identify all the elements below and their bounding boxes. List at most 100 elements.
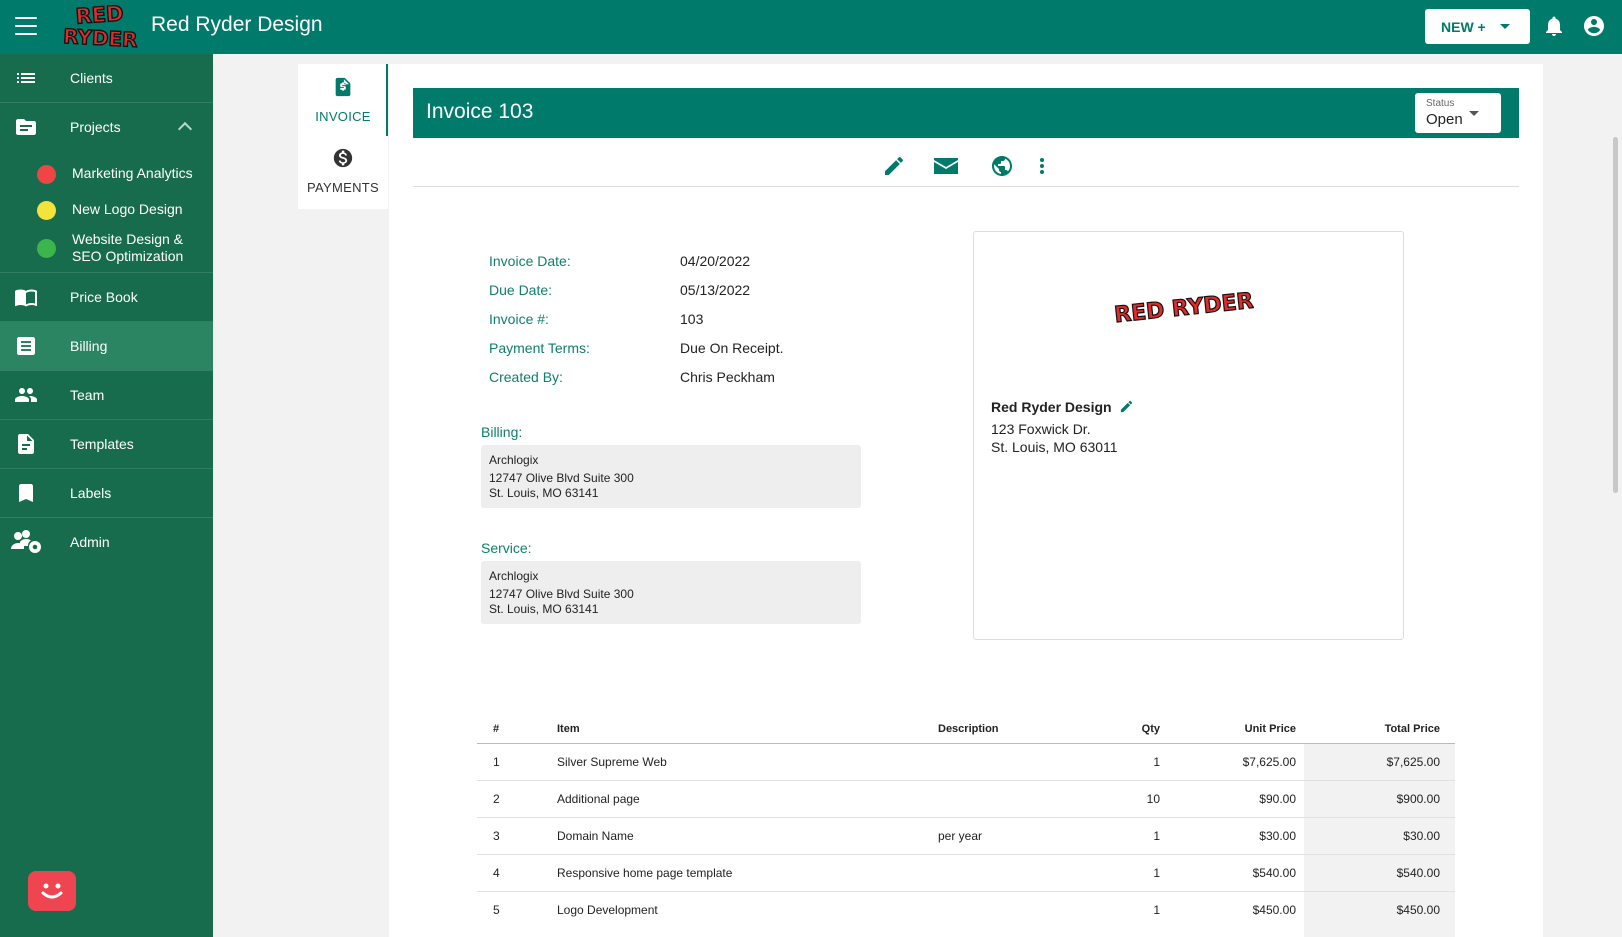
created-by-value: Chris Peckham — [680, 369, 775, 385]
sidebar-item-label: Clients — [70, 70, 113, 86]
book-icon — [14, 285, 38, 309]
status-dot — [37, 165, 56, 184]
dollar-circle-icon — [332, 147, 354, 174]
billing-city: St. Louis, MO 63141 — [489, 486, 599, 500]
cell-unit-price: $450.00 — [1252, 903, 1296, 917]
col-header-unit-price: Unit Price — [1244, 723, 1296, 735]
status-dot — [37, 201, 56, 220]
chevron-up-icon[interactable] — [177, 121, 193, 137]
invoice-date-value: 04/20/2022 — [680, 253, 751, 269]
cell-unit-price: $7,625.00 — [1242, 755, 1296, 769]
cell-total-price: $450.00 — [1396, 903, 1440, 917]
sidebar-item-team[interactable]: Team — [0, 371, 213, 419]
email-icon[interactable] — [933, 154, 959, 178]
invoice-doc-icon — [332, 76, 354, 103]
billing-street: 12747 Olive Blvd Suite 300 — [489, 471, 634, 485]
created-by-label: Created By: — [489, 369, 563, 385]
new-button[interactable]: NEW + — [1425, 9, 1530, 44]
cell-unit-price: $30.00 — [1259, 829, 1296, 843]
sidebar-item-admin[interactable]: Admin — [0, 518, 213, 566]
account-icon[interactable] — [1582, 14, 1606, 38]
invoice-title: Invoice 103 — [426, 100, 534, 123]
tab-label: INVOICE — [315, 109, 371, 124]
sidebar-item-label: Templates — [70, 436, 134, 452]
chat-widget-button[interactable] — [28, 871, 76, 911]
invoice-number-value: 103 — [680, 311, 704, 327]
sidebar-item-projects[interactable]: Projects — [0, 103, 213, 151]
service-address: Archlogix 12747 Olive Blvd Suite 300 St.… — [481, 561, 861, 624]
sidebar-item-clients[interactable]: Clients — [0, 54, 213, 102]
cell-total-price: $540.00 — [1396, 866, 1440, 880]
due-date-value: 05/13/2022 — [680, 282, 751, 298]
project-item-website-design[interactable]: Website Design & SEO Optimization — [0, 228, 213, 268]
billing-label: Billing: — [481, 424, 523, 440]
sidebar-item-templates[interactable]: Templates — [0, 420, 213, 468]
project-label: Marketing Analytics — [72, 165, 193, 181]
sidebar: Clients Projects Marketing Analytics New… — [0, 54, 213, 937]
billing-address: Archlogix 12747 Olive Blvd Suite 300 St.… — [481, 445, 861, 508]
cell-item: Silver Supreme Web — [557, 755, 667, 769]
cell-item: Additional page — [557, 792, 640, 806]
chevron-down-icon — [1469, 111, 1479, 116]
service-street: 12747 Olive Blvd Suite 300 — [489, 587, 634, 601]
more-vert-icon[interactable] — [1034, 154, 1050, 178]
folder-icon — [14, 115, 38, 139]
invoice-date-label: Invoice Date: — [489, 253, 571, 269]
cell-num: 4 — [493, 866, 500, 880]
sidebar-item-label: Admin — [70, 534, 110, 550]
tab-invoice[interactable]: INVOICE — [298, 76, 388, 124]
chevron-down-icon — [1500, 24, 1510, 29]
sidebar-item-label: Billing — [70, 338, 108, 354]
service-name: Archlogix — [489, 569, 539, 583]
table-header-divider — [477, 743, 1455, 744]
app-title: Red Ryder Design — [151, 13, 323, 36]
project-item-new-logo-design[interactable]: New Logo Design — [0, 193, 213, 227]
company-city: St. Louis, MO 63011 — [991, 439, 1118, 455]
sidebar-item-label: Team — [70, 387, 105, 403]
company-card: RED RYDER Red Ryder Design 123 Foxwick D… — [973, 231, 1404, 640]
svg-text:RED RYDER: RED RYDER — [1114, 289, 1254, 328]
cell-num: 1 — [493, 755, 500, 769]
tab-payments[interactable]: PAYMENTS — [298, 147, 388, 195]
service-city: St. Louis, MO 63141 — [489, 602, 599, 616]
cell-description: per year — [938, 829, 983, 843]
cell-unit-price: $90.00 — [1259, 792, 1296, 806]
cell-item: Logo Development — [557, 903, 658, 917]
bell-icon[interactable] — [1542, 14, 1566, 38]
row-divider — [477, 780, 1455, 781]
row-divider — [477, 854, 1455, 855]
invoice-tabs: INVOICE PAYMENTS — [298, 64, 388, 209]
active-tab-indicator — [386, 64, 388, 136]
sidebar-item-label: Price Book — [70, 289, 138, 305]
menu-icon[interactable] — [15, 17, 37, 35]
cell-unit-price: $540.00 — [1252, 866, 1296, 880]
status-label: Status — [1426, 98, 1455, 109]
top-app-bar: RED RYDER Red Ryder Design NEW + — [0, 0, 1622, 54]
invoice-header: Invoice 103 Status Open — [413, 88, 1519, 138]
new-button-label: NEW + — [1441, 18, 1486, 35]
brand-logo[interactable]: RED RYDER — [54, 0, 146, 53]
cell-item: Responsive home page template — [557, 866, 733, 880]
status-value: Open — [1426, 111, 1463, 128]
edit-icon[interactable] — [1119, 399, 1134, 417]
receipt-icon — [14, 334, 38, 358]
edit-icon[interactable] — [882, 154, 906, 178]
cell-qty: 1 — [1153, 903, 1160, 917]
invoice-number-label: Invoice #: — [489, 311, 549, 327]
scrollbar-thumb[interactable] — [1613, 137, 1618, 493]
col-header-total-price: Total Price — [1384, 723, 1440, 735]
cell-item: Domain Name — [557, 829, 634, 843]
company-name: Red Ryder Design — [991, 399, 1134, 417]
cell-num: 5 — [493, 903, 500, 917]
sidebar-item-label: Projects — [70, 119, 121, 135]
tab-label: PAYMENTS — [307, 180, 379, 195]
sidebar-item-billing[interactable]: Billing — [0, 322, 213, 370]
project-item-marketing-analytics[interactable]: Marketing Analytics — [0, 157, 213, 191]
sidebar-item-label: Labels — [70, 485, 112, 501]
globe-icon[interactable] — [990, 154, 1014, 178]
cell-num: 2 — [493, 792, 500, 806]
payment-terms-label: Payment Terms: — [489, 340, 590, 356]
sidebar-item-price-book[interactable]: Price Book — [0, 273, 213, 321]
sidebar-item-labels[interactable]: Labels — [0, 469, 213, 517]
status-select[interactable]: Status Open — [1415, 93, 1501, 133]
